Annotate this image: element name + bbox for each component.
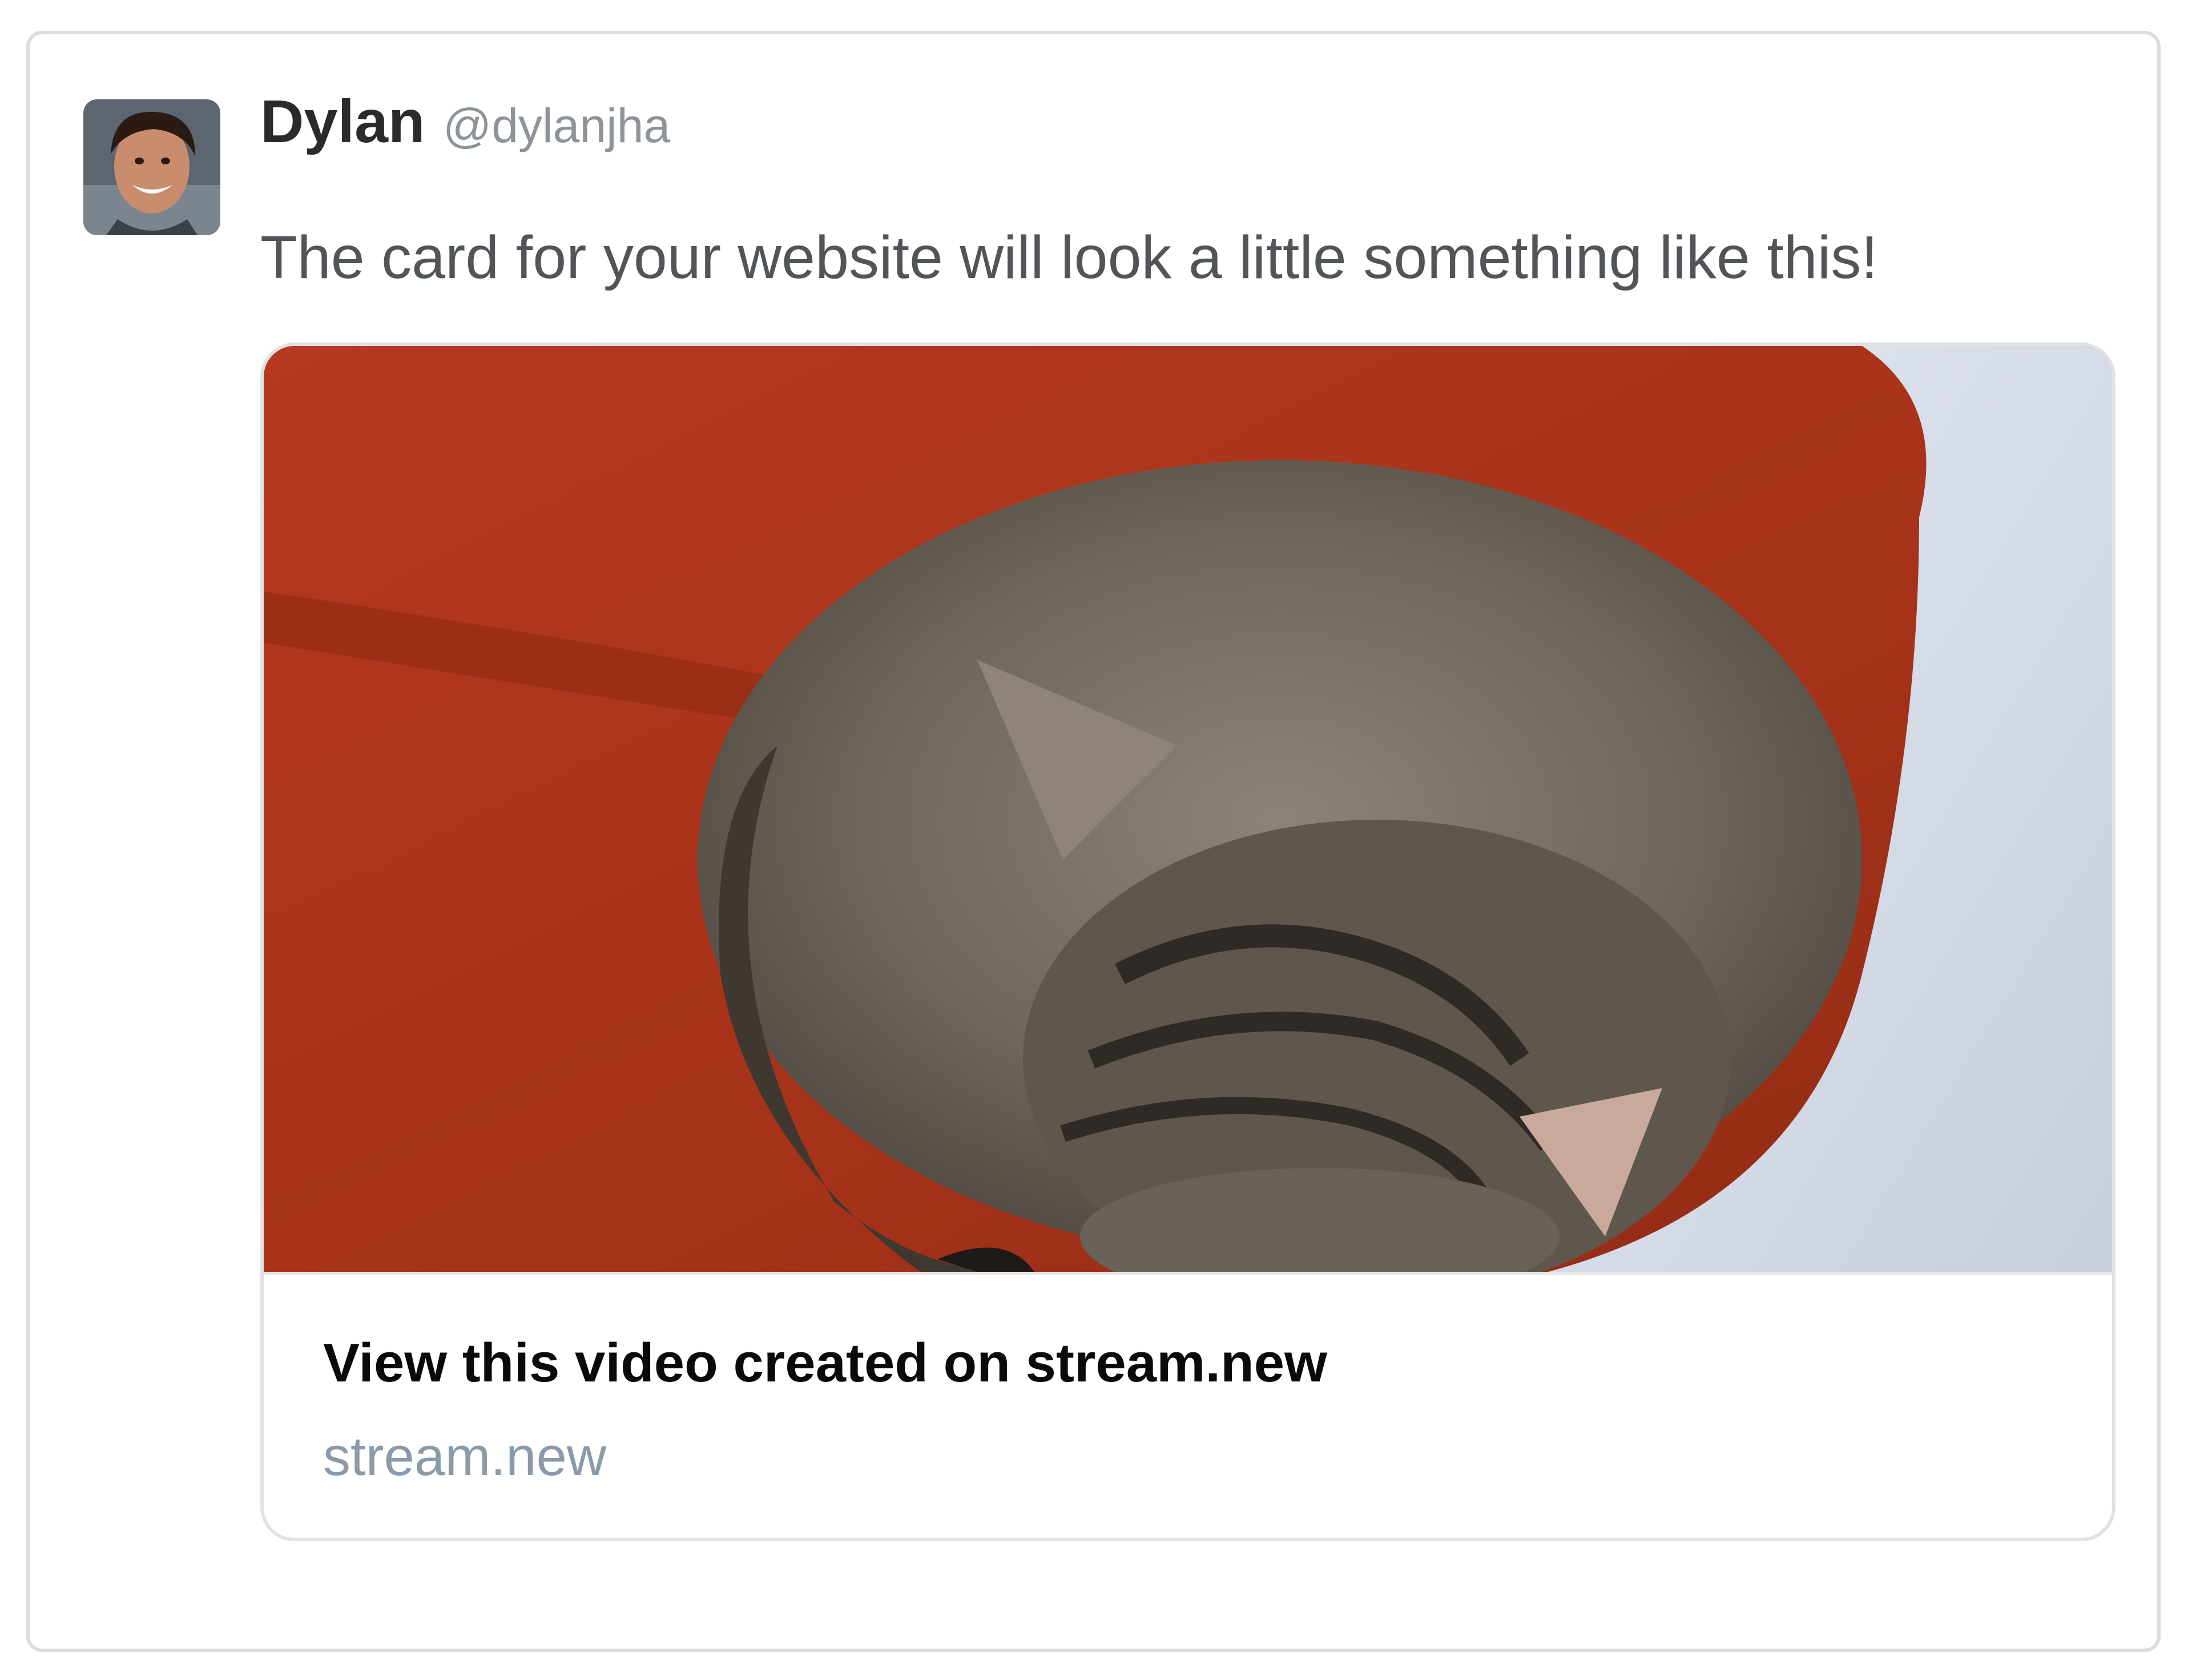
avatar-image xyxy=(83,99,220,235)
link-preview-card[interactable]: View this video created on stream.new st… xyxy=(260,343,2116,1541)
card-media-thumbnail[interactable] xyxy=(264,346,2112,1272)
avatar[interactable] xyxy=(83,99,220,235)
card-title[interactable]: View this video created on stream.new xyxy=(323,1336,1327,1391)
author-name[interactable]: Dylan xyxy=(260,91,425,152)
card-domain[interactable]: stream.new xyxy=(323,1429,606,1484)
card-divider xyxy=(264,1272,2112,1275)
author-handle[interactable]: @dylanjha xyxy=(443,102,670,150)
tweet-text: The card for your website will look a li… xyxy=(260,224,1878,291)
tweet-card: Dylan @dylanjha The card for your websit… xyxy=(26,31,2161,1652)
cat-video-thumbnail xyxy=(264,346,2112,1272)
